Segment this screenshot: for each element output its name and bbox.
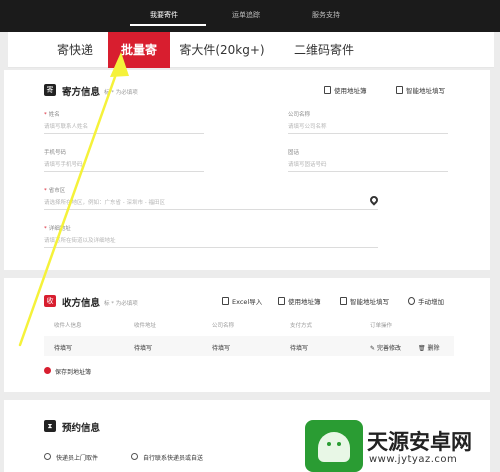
receiver-required-note: 标 * 为必填项 [104,301,138,307]
save-address-label: 保存到地址簿 [55,369,92,376]
phone-label: 固话 [288,150,300,156]
trash-icon: 🗑 [418,345,428,352]
name-label: * 姓名 [44,112,60,118]
watermark: 天源安卓网 www.jytyaz.com [305,420,500,472]
sender-section-icon: 寄 [44,84,56,96]
edit-row-button[interactable]: ✎ 完善修改 [370,343,401,352]
excel-import-button[interactable]: Excel导入 [222,296,262,306]
tab-regular[interactable]: 寄快递 [42,32,108,68]
sender-address-book-button[interactable]: 使用地址簿 [324,85,367,95]
top-tab-tracking[interactable]: 运单追踪 [232,10,260,20]
active-tab-underline [130,24,206,26]
top-tab-send[interactable]: 我要寄件 [150,10,178,20]
name-input[interactable]: 请填写联系人姓名 [44,122,204,134]
cell-payment: 待填写 [290,345,309,352]
tab-large-item[interactable]: 寄大件(20kg+) [176,32,268,68]
company-input[interactable]: 请填写公司名称 [288,122,448,134]
column-header: 收件人信息 [54,323,82,329]
address-input[interactable]: 请填写所在街道以及详细地址 [44,236,378,248]
excel-icon [222,297,229,305]
smart-fill-icon [340,297,347,305]
mobile-label: 手机号码 [44,150,67,156]
ship-type-tabs: 寄快递 批量寄 寄大件(20kg+) 二维码寄件 [8,32,494,68]
manual-add-button[interactable]: 手动增加 [408,296,444,306]
watermark-url: www.jytyaz.com [369,454,458,465]
sender-card: 寄 寄方信息 标 * 为必填项 使用地址簿 智能地址填写 * 姓名 请填写联系人姓… [4,70,490,270]
phone-input[interactable]: 请填写固话号码 [288,160,448,172]
receiver-title: 收方信息 [62,298,101,309]
hourglass-icon: ⧗ [44,420,56,432]
company-label: 公司名称 [288,112,311,118]
smart-fill-icon [396,86,403,94]
region-select[interactable]: 请选择所在地区，例如：广东省 - 深圳市 - 福田区 [44,198,378,210]
cell-company: 待填写 [212,345,231,352]
delete-row-button[interactable]: 🗑 删除 [418,343,440,352]
region-label: * 省市区 [44,188,66,194]
receiver-smart-fill-button[interactable]: 智能地址填写 [340,296,389,306]
save-address-checkbox[interactable] [44,367,51,374]
address-book-icon [278,297,285,305]
address-book-icon [324,86,331,94]
android-logo-icon [305,420,363,472]
sender-smart-fill-button[interactable]: 智能地址填写 [396,85,445,95]
address-label: * 详细地址 [44,226,71,232]
column-header: 订单操作 [370,323,393,329]
receiver-card: 收 收方信息 标 * 为必填项 Excel导入 使用地址簿 智能地址填写 手动增… [4,278,490,392]
top-tab-support[interactable]: 服务支持 [312,10,340,20]
tab-batch[interactable]: 批量寄 [108,32,170,68]
column-header: 公司名称 [212,323,235,329]
mobile-input[interactable]: 请填写手机号码 [44,160,204,172]
self-send-option-label: 自行联系快递员或自送 [143,455,204,462]
cell-address: 待填写 [134,345,153,352]
pickup-option-label: 快递员上门取件 [56,455,99,462]
sender-title: 寄方信息 [62,87,101,98]
pickup-radio[interactable] [44,453,51,460]
booking-title: 预约信息 [62,423,101,434]
edit-icon: ✎ [370,345,377,352]
self-send-radio[interactable] [131,453,138,460]
receiver-section-icon: 收 [44,295,56,307]
watermark-title: 天源安卓网 [367,430,472,454]
column-header: 收件地址 [134,323,157,329]
top-navigation: 我要寄件 运单追踪 服务支持 [0,0,500,32]
column-header: 支付方式 [290,323,313,329]
sender-required-note: 标 * 为必填项 [104,90,138,96]
tab-qrcode[interactable]: 二维码寄件 [284,32,364,68]
receiver-address-book-button[interactable]: 使用地址簿 [278,296,321,306]
cell-recipient: 待填写 [54,345,73,352]
add-icon [408,297,415,305]
